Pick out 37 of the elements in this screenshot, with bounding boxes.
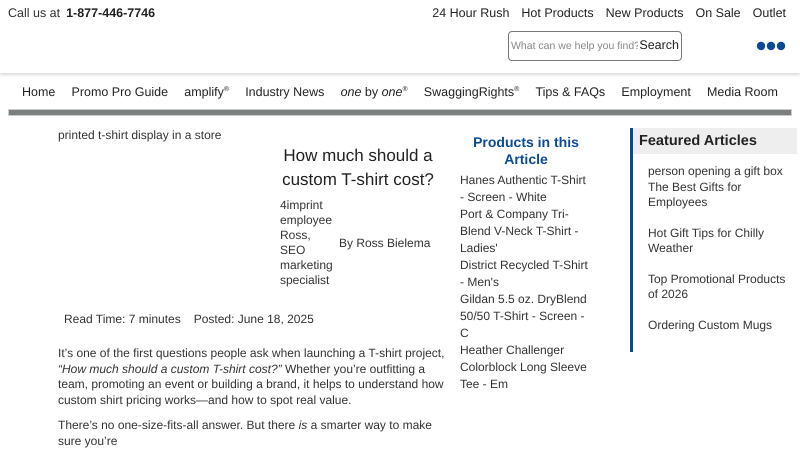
article-link[interactable]: Ordering Custom Mugs	[633, 318, 797, 333]
product-link[interactable]: Hanes Authentic T-Shirt - Screen - White	[460, 172, 592, 206]
featured-heading: Featured Articles	[633, 128, 797, 154]
top-link[interactable]: Outlet	[752, 6, 786, 20]
nav-link[interactable]: Home	[22, 85, 56, 99]
paragraph: There’s no one-size-fits-all answer. But there is a smarter way to make sure you’re	[58, 418, 433, 449]
nav-link[interactable]: amplify$^{®}$	[184, 85, 230, 99]
top-link[interactable]: 24 Hour Rush	[432, 6, 510, 20]
nav-link[interactable]: Employment	[621, 85, 691, 99]
nav-link[interactable]: Industry News	[245, 85, 324, 99]
nav-link[interactable]: Tips & FAQs	[535, 85, 606, 99]
byline: By Ross Bielema	[339, 236, 430, 250]
products-heading: Products in this Article	[472, 134, 580, 168]
posted-date: Posted: June 18, 2025	[194, 312, 314, 326]
author-image-alt-text: 4imprint employee Ross, SEO marketing specialist	[280, 198, 334, 288]
read-time: Read Time: 7 minutes	[64, 312, 181, 326]
article-link[interactable]: person opening a gift box The Best Gifts for Employees	[633, 164, 797, 210]
call-label: Call us at	[8, 6, 60, 20]
article-title: How much should a custom T-shirt cost?	[281, 145, 435, 191]
more-icon[interactable]	[756, 41, 786, 51]
search-button[interactable]: Search	[638, 38, 680, 52]
product-link[interactable]: Port & Company Tri-Blend V-Neck T-Shirt - Ladies'	[460, 206, 592, 257]
product-link[interactable]: District Recycled T-Shirt - Men's	[460, 257, 592, 291]
top-link[interactable]: New Products	[606, 6, 684, 20]
product-link[interactable]: Heather Challenger Colorblock Long Sleeve Tee - Em	[460, 342, 592, 393]
nav-link[interactable]: Media Room	[707, 85, 778, 99]
paragraph: It’s one of the first questions people ask when launching a T-shirt project, “How much should a custom T-shirt cost?” Whether you’re outfitting a team, promoting an event or building a brand, it helps to understand how custom shirt pricing works—and how to spot real value.	[58, 346, 446, 408]
nav-link[interactable]: SwaggingRights$^{®}$	[424, 85, 520, 99]
product-link[interactable]: Gildan 5.5 oz. DryBlend 50/50 T-Shirt - Screen - C	[460, 291, 592, 342]
nav-link[interactable]: one by one$^{®}$	[340, 85, 408, 99]
top-link[interactable]: Hot Products	[521, 6, 594, 20]
phone-number[interactable]: 1-877-446-7746	[66, 6, 156, 20]
article-link[interactable]: Hot Gift Tips for Chilly Weather	[633, 226, 797, 256]
nav-link[interactable]: Promo Pro Guide	[72, 85, 168, 99]
article-link[interactable]: Top Promotional Products of 2026	[633, 272, 797, 302]
top-link[interactable]: On Sale	[695, 6, 741, 20]
image-alt-text: printed t-shirt display in a store	[58, 128, 222, 142]
